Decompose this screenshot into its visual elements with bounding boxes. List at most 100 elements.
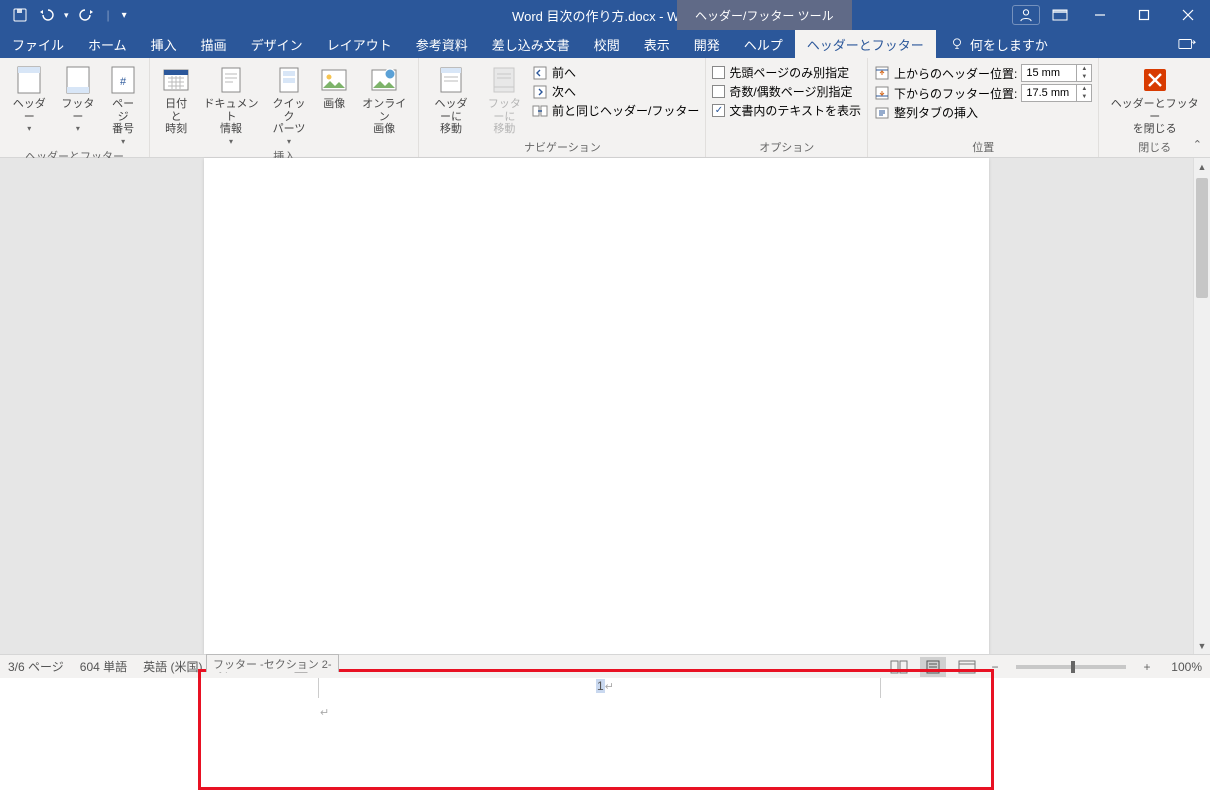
tab-developer[interactable]: 開発 <box>682 30 732 58</box>
goto-header-icon <box>435 64 467 96</box>
quick-parts-button[interactable]: クイック パーツ▾ <box>266 62 312 146</box>
group-position: 上からのヘッダー位置: ▲▼ 下からのフッター位置: ▲▼ <box>868 58 1099 157</box>
goto-footer-icon <box>488 64 520 96</box>
image-button[interactable]: 画像 <box>314 62 354 111</box>
header-position-icon <box>874 65 890 81</box>
ribbon-display-options[interactable] <box>1046 5 1074 25</box>
document-info-button[interactable]: ドキュメント 情報▾ <box>198 62 264 146</box>
tab-review[interactable]: 校閲 <box>582 30 632 58</box>
lightbulb-icon <box>950 37 964 51</box>
vertical-scrollbar[interactable]: ▲ ▼ <box>1193 158 1210 654</box>
qat-customize[interactable]: ▾ <box>122 10 127 21</box>
page[interactable] <box>204 158 989 654</box>
minimize-button[interactable] <box>1078 0 1122 30</box>
tell-me-search[interactable]: 何をしますか <box>936 30 1062 58</box>
close-header-footer-button[interactable]: ヘッダーとフッター を閉じる <box>1105 62 1204 136</box>
language-status[interactable]: 英語 (米国) <box>143 658 202 675</box>
next-icon <box>532 84 548 100</box>
tab-help[interactable]: ヘルプ <box>732 30 795 58</box>
group-insert: 日付と 時刻 ドキュメント 情報▾ クイック パーツ▾ 画像 オンライン 画像 … <box>150 58 419 157</box>
save-button[interactable] <box>12 7 28 23</box>
online-image-icon <box>368 64 400 96</box>
group-navigation: ヘッダーに 移動 フッターに 移動 前へ 次へ 前と同じヘッダー/フッター <box>419 58 706 157</box>
group-header-footer: ヘッダー▾ フッター▾ # ページ 番号▾ ヘッダーとフッター <box>0 58 150 157</box>
group-options: 先頭ページのみ別指定 奇数/偶数ページ別指定 ✓ 文書内のテキストを表示 オプシ… <box>706 58 868 157</box>
checkbox-unchecked-icon <box>712 85 725 98</box>
previous-icon <box>532 65 548 81</box>
title-bar: ▾ | ▾ Word 目次の作り方.docx - Word ヘッダー/フッター … <box>0 0 1210 30</box>
account-button[interactable] <box>1012 5 1040 25</box>
date-time-button[interactable]: 日付と 時刻 <box>156 62 196 136</box>
spin-up[interactable]: ▲ <box>1077 85 1091 93</box>
tab-home[interactable]: ホーム <box>76 30 139 58</box>
link-to-previous-button[interactable]: 前と同じヘッダー/フッター <box>532 102 699 119</box>
calendar-icon <box>160 64 192 96</box>
word-count-status[interactable]: 604 単語 <box>80 658 127 675</box>
show-document-text-checkbox[interactable]: ✓ 文書内のテキストを表示 <box>712 102 861 119</box>
tab-insert[interactable]: 挿入 <box>139 30 189 58</box>
quick-access-toolbar: ▾ | ▾ <box>0 7 127 23</box>
zoom-in-button[interactable]: + <box>1140 660 1154 674</box>
zoom-level[interactable]: 100% <box>1162 660 1202 674</box>
page-count-status[interactable]: 3/6 ページ <box>8 658 64 675</box>
qat-separator: | <box>107 8 110 22</box>
undo-button[interactable] <box>38 7 54 23</box>
share-button[interactable] <box>1164 30 1210 58</box>
tab-draw[interactable]: 描画 <box>189 30 239 58</box>
spin-up[interactable]: ▲ <box>1077 65 1091 73</box>
document-info-icon <box>215 64 247 96</box>
spin-down[interactable]: ▼ <box>1077 73 1091 81</box>
footer-button[interactable]: フッター▾ <box>55 62 102 133</box>
collapse-ribbon-button[interactable]: ⌃ <box>1193 138 1202 151</box>
checkbox-checked-icon: ✓ <box>712 104 725 117</box>
scroll-down-arrow[interactable]: ▼ <box>1194 637 1210 654</box>
page-number-icon: # <box>107 64 139 96</box>
tab-file[interactable]: ファイル <box>0 30 76 58</box>
online-image-button[interactable]: オンライン 画像 <box>356 62 412 136</box>
tab-mailings[interactable]: 差し込み文書 <box>480 30 582 58</box>
page-number-button[interactable]: # ページ 番号▾ <box>103 62 143 146</box>
close-x-icon <box>1139 64 1171 96</box>
contextual-tab-label: ヘッダー/フッター ツール <box>677 0 852 30</box>
svg-text:#: # <box>120 76 127 88</box>
goto-header-button[interactable]: ヘッダーに 移動 <box>425 62 476 136</box>
insert-alignment-tab-button[interactable]: 整列タブの挿入 <box>874 104 1092 121</box>
footer-position-icon <box>874 85 890 101</box>
header-icon <box>13 64 45 96</box>
tab-view[interactable]: 表示 <box>632 30 682 58</box>
footer-position-input[interactable]: ▲▼ <box>1021 84 1092 102</box>
different-odd-even-checkbox[interactable]: 奇数/偶数ページ別指定 <box>712 83 861 100</box>
header-button[interactable]: ヘッダー▾ <box>6 62 53 133</box>
footer-from-bottom-row: 下からのフッター位置: ▲▼ <box>874 84 1092 102</box>
goto-footer-button: フッターに 移動 <box>479 62 530 136</box>
header-position-input[interactable]: ▲▼ <box>1021 64 1092 82</box>
image-icon <box>318 64 350 96</box>
scroll-up-arrow[interactable]: ▲ <box>1194 158 1210 175</box>
align-tab-icon <box>874 105 890 121</box>
footer-section-tag: フッター -セクション 2- <box>206 654 339 672</box>
previous-section-button[interactable]: 前へ <box>532 64 699 81</box>
redo-button[interactable] <box>79 7 95 23</box>
checkbox-unchecked-icon <box>712 66 725 79</box>
tell-me-label: 何をしますか <box>970 35 1048 54</box>
close-button[interactable] <box>1166 0 1210 30</box>
tab-header-footer[interactable]: ヘッダーとフッター <box>795 30 936 58</box>
zoom-slider[interactable] <box>1016 665 1126 669</box>
spin-down[interactable]: ▼ <box>1077 93 1091 101</box>
tab-design[interactable]: デザイン <box>239 30 315 58</box>
scroll-thumb[interactable] <box>1196 178 1208 298</box>
tab-layout[interactable]: レイアウト <box>315 30 404 58</box>
undo-dropdown[interactable]: ▾ <box>64 10 69 21</box>
next-section-button[interactable]: 次へ <box>532 83 699 100</box>
different-first-page-checkbox[interactable]: 先頭ページのみ別指定 <box>712 64 861 81</box>
header-from-top-row: 上からのヘッダー位置: ▲▼ <box>874 64 1092 82</box>
link-icon <box>532 103 548 119</box>
quick-parts-icon <box>273 64 305 96</box>
tab-references[interactable]: 参考資料 <box>404 30 480 58</box>
zoom-slider-handle[interactable] <box>1071 661 1075 673</box>
window-controls <box>1012 0 1210 30</box>
maximize-button[interactable] <box>1122 0 1166 30</box>
ribbon-tabs: ファイル ホーム 挿入 描画 デザイン レイアウト 参考資料 差し込み文書 校閲… <box>0 30 1210 58</box>
footer-icon <box>62 64 94 96</box>
document-title: Word 目次の作り方.docx - Word <box>512 6 698 25</box>
